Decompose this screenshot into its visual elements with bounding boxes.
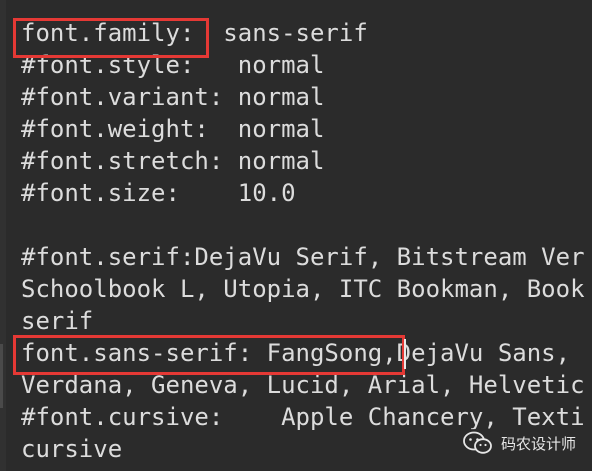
code-line-12: Verdana, Geneva, Lucid, Arial, Helvetic bbox=[21, 371, 585, 399]
code-line-8: #font.serif:DejaVu Serif, Bitstream Ver bbox=[21, 243, 585, 271]
code-line-10: serif bbox=[21, 307, 94, 335]
code-line-5: #font.stretch: normal bbox=[21, 147, 325, 175]
code-line-6: #font.size: 10.0 bbox=[21, 179, 296, 207]
watermark: 码农设计师 bbox=[458, 429, 580, 457]
code-line-4: #font.weight: normal bbox=[21, 115, 325, 143]
code-text[interactable]: font.family: sans-serif #font.style: norm… bbox=[21, 17, 585, 465]
code-line-2: #font.style: normal bbox=[21, 51, 325, 79]
code-line-3: #font.variant: normal bbox=[21, 83, 325, 111]
watermark-text: 码农设计师 bbox=[500, 434, 576, 453]
text-cursor bbox=[404, 339, 406, 369]
code-line-9: Schoolbook L, Utopia, ITC Bookman, Book bbox=[21, 275, 585, 303]
wechat-logo-icon bbox=[463, 431, 493, 455]
code-editor[interactable]: font.family: sans-serif #font.style: norm… bbox=[0, 0, 592, 471]
code-line-11: font.sans-serif: FangSong,DejaVu Sans, bbox=[21, 339, 585, 367]
code-line-1: font.family: sans-serif bbox=[21, 19, 368, 47]
editor-gutter bbox=[0, 0, 6, 471]
change-marker bbox=[0, 344, 3, 408]
